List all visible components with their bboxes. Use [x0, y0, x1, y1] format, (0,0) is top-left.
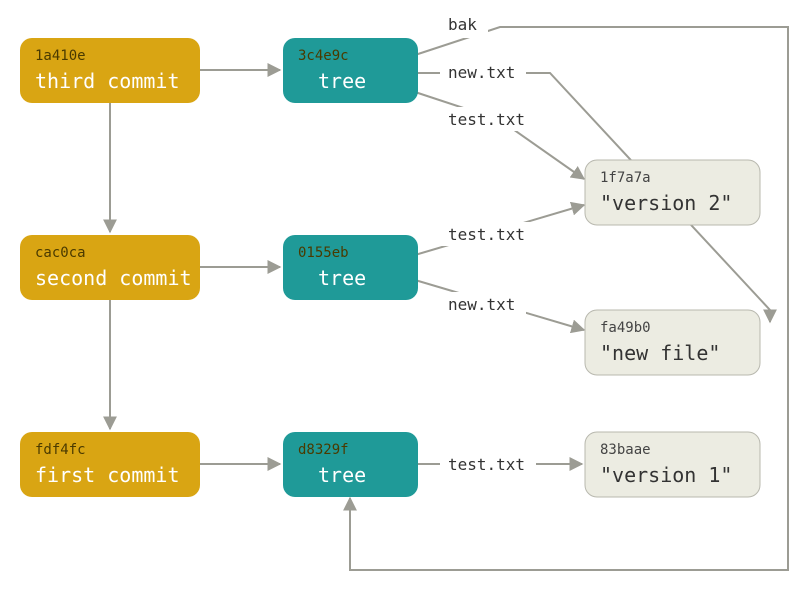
svg-text:new.txt: new.txt: [448, 63, 515, 82]
commit-1a410e: 1a410e third commit: [20, 38, 200, 103]
blob-83baae: 83baae "version 1": [585, 432, 760, 497]
svg-text:3c4e9c: 3c4e9c: [298, 48, 349, 64]
svg-text:tree: tree: [318, 69, 366, 93]
svg-text:cac0ca: cac0ca: [35, 245, 86, 261]
svg-text:first commit: first commit: [35, 463, 180, 487]
edge-label-3c4e9c-newtxt: new.txt: [440, 60, 526, 84]
svg-text:"new file": "new file": [600, 341, 720, 365]
svg-text:tree: tree: [318, 266, 366, 290]
edge-label-3c4e9c-testtxt: test.txt: [440, 107, 536, 131]
tree-d8329f: d8329f tree: [283, 432, 418, 497]
tree-0155eb: 0155eb tree: [283, 235, 418, 300]
blob-1f7a7a: 1f7a7a "version 2": [585, 160, 760, 225]
edge-label-d8329f-testtxt: test.txt: [440, 452, 536, 476]
svg-text:"version 2": "version 2": [600, 191, 732, 215]
svg-text:test.txt: test.txt: [448, 225, 525, 244]
svg-text:new.txt: new.txt: [448, 295, 515, 314]
svg-text:third commit: third commit: [35, 69, 180, 93]
svg-text:tree: tree: [318, 463, 366, 487]
edge-labels: bak new.txt test.txt test.txt new.txt te…: [440, 12, 536, 476]
git-object-graph: bak new.txt test.txt test.txt new.txt te…: [0, 0, 800, 595]
svg-text:"version 1": "version 1": [600, 463, 732, 487]
svg-text:d8329f: d8329f: [298, 442, 349, 458]
tree-3c4e9c: 3c4e9c tree: [283, 38, 418, 103]
svg-text:1f7a7a: 1f7a7a: [600, 170, 651, 186]
blob-fa49b0: fa49b0 "new file": [585, 310, 760, 375]
svg-text:second commit: second commit: [35, 266, 192, 290]
edge-3c4e9c-testtxt-1f7a7a: [415, 92, 584, 179]
svg-text:1a410e: 1a410e: [35, 48, 86, 64]
edge-label-0155eb-testtxt: test.txt: [440, 222, 536, 246]
svg-text:bak: bak: [448, 15, 477, 34]
svg-text:0155eb: 0155eb: [298, 245, 349, 261]
svg-text:83baae: 83baae: [600, 442, 651, 458]
edge-label-bak: bak: [440, 12, 488, 38]
svg-text:fa49b0: fa49b0: [600, 320, 651, 336]
edge-label-0155eb-newtxt: new.txt: [440, 292, 526, 316]
svg-text:fdf4fc: fdf4fc: [35, 442, 86, 458]
commit-cac0ca: cac0ca second commit: [20, 235, 200, 300]
svg-text:test.txt: test.txt: [448, 455, 525, 474]
commit-fdf4fc: fdf4fc first commit: [20, 432, 200, 497]
svg-text:test.txt: test.txt: [448, 110, 525, 129]
